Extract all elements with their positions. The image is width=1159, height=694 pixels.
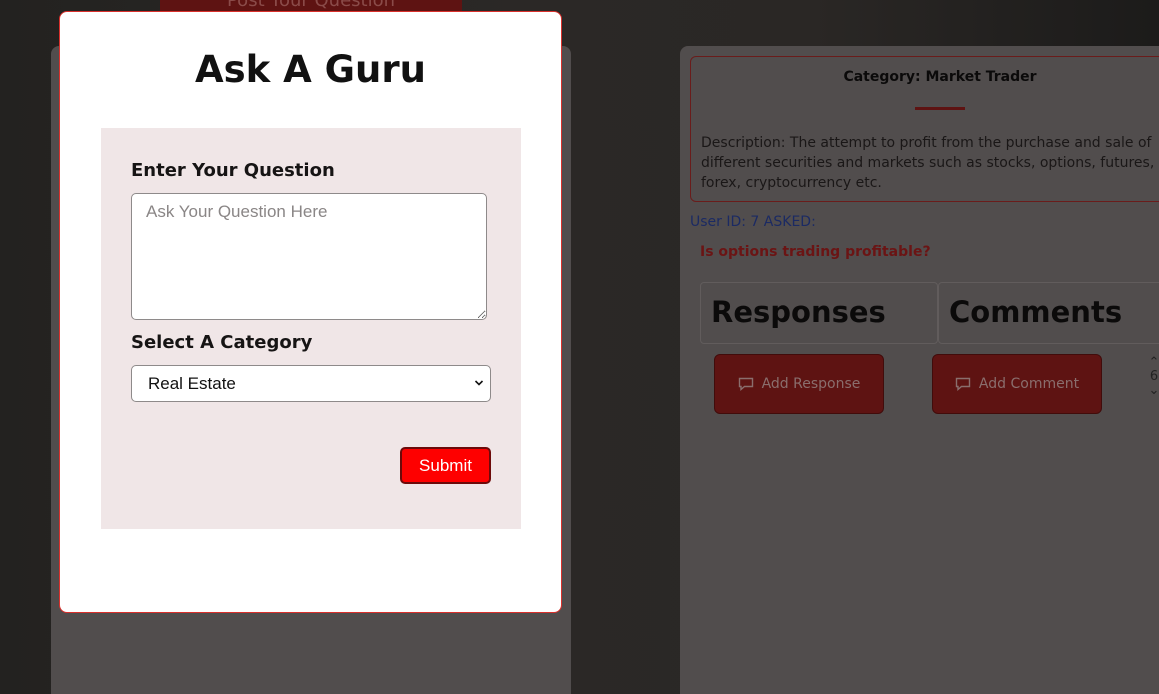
modal-title: Ask A Guru [195,48,426,91]
ask-guru-modal: Ask A Guru Enter Your Question Select A … [59,11,562,613]
title-divider [915,107,965,110]
chevron-down-icon [474,380,484,386]
question-title: Is options trading profitable? [700,244,931,260]
question-input[interactable] [131,193,487,320]
category-info-box: Category: Market Trader Description: The… [690,56,1159,202]
upvote-icon[interactable]: ⌃ [1147,356,1159,370]
tab-responses[interactable]: Responses [700,282,938,344]
submit-button[interactable]: Submit [400,447,491,484]
question-label: Enter Your Question [131,160,335,181]
add-response-label: Add Response [761,376,861,392]
category-select[interactable]: Real Estate [131,365,491,402]
category-description: Description: The attempt to profit from … [701,135,1155,191]
category-selected-value: Real Estate [148,373,236,393]
category-title: Category: Market Trader [843,69,1037,85]
tab-comments[interactable]: Comments [938,282,1159,344]
downvote-icon[interactable]: ⌄ [1147,384,1159,398]
category-label: Select A Category [131,332,313,353]
question-form: Enter Your Question Select A Category Re… [101,128,521,529]
vote-count: 6 [1149,369,1159,384]
asked-by-label: User ID: 7 ASKED: [690,214,816,230]
add-comment-label: Add Comment [978,376,1080,392]
chat-icon [738,377,753,391]
add-comment-button[interactable]: Add Comment [932,354,1102,414]
add-response-button[interactable]: Add Response [714,354,884,414]
vote-widget: ⌃ 6 ⌄ [1147,356,1159,398]
chat-icon [955,377,971,391]
